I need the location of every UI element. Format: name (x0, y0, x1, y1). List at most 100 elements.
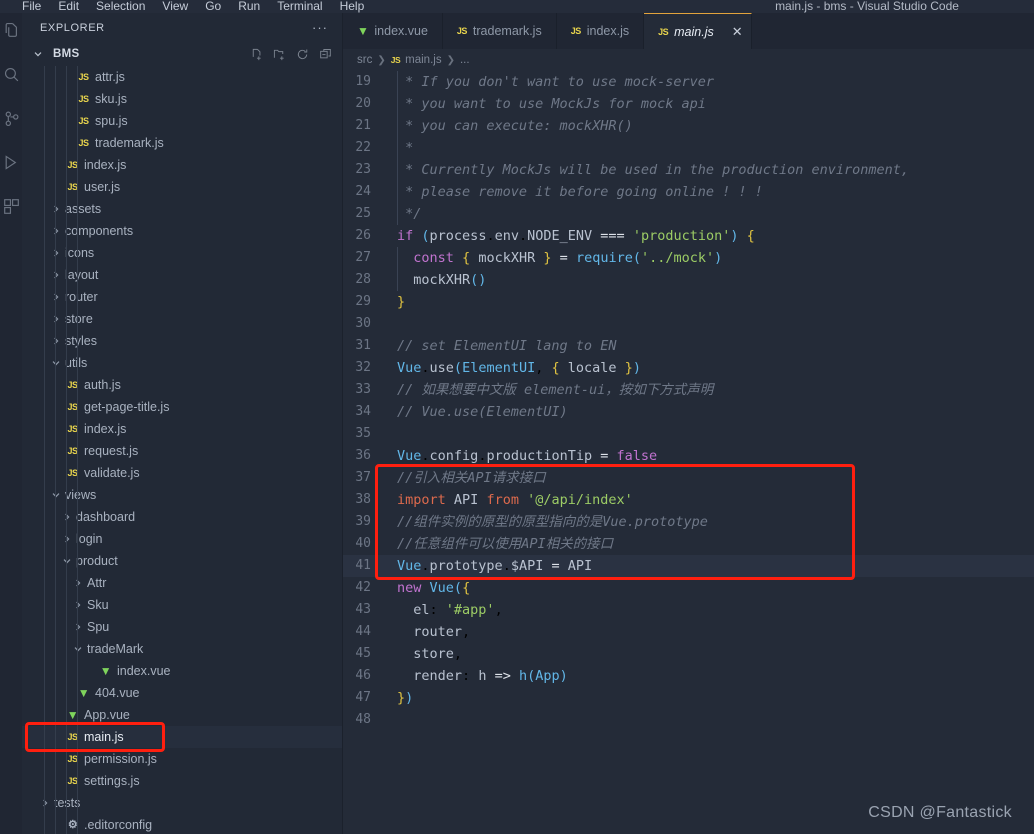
chevron-right-icon[interactable] (61, 533, 73, 545)
code-line[interactable]: 44 router, (343, 621, 1034, 643)
tree-item-utils[interactable]: utils (22, 352, 342, 374)
code-line[interactable]: 27 const { mockXHR } = require('../mock'… (343, 247, 1034, 269)
code-line[interactable]: 41 Vue.prototype.$API = API (343, 555, 1034, 577)
tab-index-js[interactable]: JS index.js (556, 13, 645, 49)
collapse-all-icon[interactable] (319, 48, 332, 61)
tree-item-router[interactable]: router (22, 286, 342, 308)
chevron-down-icon[interactable] (72, 643, 84, 655)
chevron-down-icon[interactable] (50, 357, 62, 369)
explorer-icon[interactable] (2, 21, 20, 39)
tree-item-layout[interactable]: layout (22, 264, 342, 286)
chevron-right-icon[interactable] (50, 313, 62, 325)
code-line[interactable]: 48 (343, 709, 1034, 731)
extensions-icon[interactable] (2, 197, 20, 215)
code-line[interactable]: 39 //组件实例的原型的原型指向的是Vue.prototype (343, 511, 1034, 533)
tree-item-dashboard[interactable]: dashboard (22, 506, 342, 528)
code-line[interactable]: 34 // Vue.use(ElementUI) (343, 401, 1034, 423)
tree-item-icons[interactable]: icons (22, 242, 342, 264)
chevron-down-icon[interactable] (61, 555, 73, 567)
chevron-right-icon[interactable] (72, 621, 84, 633)
search-icon[interactable] (2, 65, 20, 83)
tree-item-attr[interactable]: Attr (22, 572, 342, 594)
tree-item-tests[interactable]: tests (22, 792, 342, 814)
chevron-down-icon[interactable] (50, 489, 62, 501)
code-lines[interactable]: 19 * If you don't want to use mock-serve… (343, 71, 1034, 731)
code-line[interactable]: 40 //任意组件可以使用API相关的接口 (343, 533, 1034, 555)
tree-item-app-vue[interactable]: ▼ App.vue (22, 704, 342, 726)
code-line[interactable]: 36 Vue.config.productionTip = false (343, 445, 1034, 467)
new-folder-icon[interactable] (273, 48, 286, 61)
code-line[interactable]: 29} (343, 291, 1034, 313)
code-line[interactable]: 21 * you can execute: mockXHR() (343, 115, 1034, 137)
code-line[interactable]: 32 Vue.use(ElementUI, { locale }) (343, 357, 1034, 379)
code-line[interactable]: 25 */ (343, 203, 1034, 225)
tree-item-index-vue[interactable]: ▼ index.vue (22, 660, 342, 682)
tree-item-login[interactable]: login (22, 528, 342, 550)
tree-item-user-js[interactable]: JS user.js (22, 176, 342, 198)
code-line[interactable]: 20 * you want to use MockJs for mock api (343, 93, 1034, 115)
tab-main-js[interactable]: JS main.js ✕ (644, 13, 752, 49)
code-line[interactable]: 23 * Currently MockJs will be used in th… (343, 159, 1034, 181)
run-debug-icon[interactable] (2, 153, 20, 171)
chevron-right-icon[interactable] (50, 291, 62, 303)
code-line[interactable]: 26 if (process.env.NODE_ENV === 'producti… (343, 225, 1034, 247)
menu-file[interactable]: File (22, 0, 41, 13)
tree-item-styles[interactable]: styles (22, 330, 342, 352)
tree-item-auth-js[interactable]: JS auth.js (22, 374, 342, 396)
menu-edit[interactable]: Edit (58, 0, 79, 13)
close-icon[interactable]: ✕ (732, 25, 743, 38)
breadcrumb-symbols[interactable]: ... (460, 54, 470, 66)
code-line[interactable]: 35 (343, 423, 1034, 445)
editor-tab-bar[interactable]: ▼ index.vue JS trademark.js JS index.js JS main… (343, 13, 1034, 49)
tree-item-views[interactable]: views (22, 484, 342, 506)
file-tree[interactable]: JS attr.js JS sku.js JS spu.js JS trademark.js J… (22, 65, 342, 834)
tab-index-vue[interactable]: ▼ index.vue (343, 13, 443, 49)
chevron-right-icon[interactable] (72, 577, 84, 589)
chevron-down-icon[interactable] (32, 48, 44, 60)
code-line[interactable]: 24 * please remove it before going onlin… (343, 181, 1034, 203)
menu-bar[interactable]: File Edit Selection View Go Run Terminal… (0, 0, 364, 13)
more-actions-icon[interactable]: ··· (312, 21, 328, 34)
code-line[interactable]: 46 render: h => h(App) (343, 665, 1034, 687)
chevron-right-icon[interactable] (50, 247, 62, 259)
code-line[interactable]: 19 * If you don't want to use mock-serve… (343, 71, 1034, 93)
code-line[interactable]: 45 store, (343, 643, 1034, 665)
menu-view[interactable]: View (162, 0, 188, 13)
tree-item-404-vue[interactable]: ▼ 404.vue (22, 682, 342, 704)
refresh-icon[interactable] (296, 48, 309, 61)
tree-item-spu-js[interactable]: JS spu.js (22, 110, 342, 132)
tree-item-assets[interactable]: assets (22, 198, 342, 220)
tree-item-sku-js[interactable]: JS sku.js (22, 88, 342, 110)
code-area[interactable]: 19 * If you don't want to use mock-serve… (343, 71, 1034, 834)
source-control-icon[interactable] (2, 109, 20, 127)
tree-item-sku[interactable]: Sku (22, 594, 342, 616)
menu-terminal[interactable]: Terminal (277, 0, 322, 13)
tree-item-settings-js[interactable]: JS settings.js (22, 770, 342, 792)
chevron-right-icon[interactable] (39, 797, 51, 809)
breadcrumb-file[interactable]: main.js (405, 54, 441, 66)
chevron-right-icon[interactable] (50, 269, 62, 281)
code-line[interactable]: 22 * (343, 137, 1034, 159)
chevron-right-icon[interactable] (61, 511, 73, 523)
menu-help[interactable]: Help (340, 0, 365, 13)
code-line[interactable]: 47}) (343, 687, 1034, 709)
chevron-right-icon[interactable] (50, 203, 62, 215)
chevron-right-icon[interactable] (50, 225, 62, 237)
tree-item-request-js[interactable]: JS request.js (22, 440, 342, 462)
explorer-root-row[interactable]: BMS (22, 43, 342, 66)
tree-item-permission-js[interactable]: JS permission.js (22, 748, 342, 770)
tree-item-trademark[interactable]: tradeMark (22, 638, 342, 660)
code-line[interactable]: 42 new Vue({ (343, 577, 1034, 599)
code-line[interactable]: 37 //引入相关API请求接口 (343, 467, 1034, 489)
tree-item-store[interactable]: store (22, 308, 342, 330)
tree-item-attr-js[interactable]: JS attr.js (22, 66, 342, 88)
code-line[interactable]: 43 el: '#app', (343, 599, 1034, 621)
tree-item-validate-js[interactable]: JS validate.js (22, 462, 342, 484)
tab-trademark-js[interactable]: JS trademark.js (442, 13, 557, 49)
tree-item-trademark-js[interactable]: JS trademark.js (22, 132, 342, 154)
tree-item-main-js[interactable]: JS main.js (22, 725, 342, 748)
tree-item-index-js[interactable]: JS index.js (22, 154, 342, 176)
breadcrumb[interactable]: src ❯ JS main.js ❯ ... (343, 49, 1034, 71)
menu-selection[interactable]: Selection (96, 0, 145, 13)
tree-item-product[interactable]: product (22, 550, 342, 572)
